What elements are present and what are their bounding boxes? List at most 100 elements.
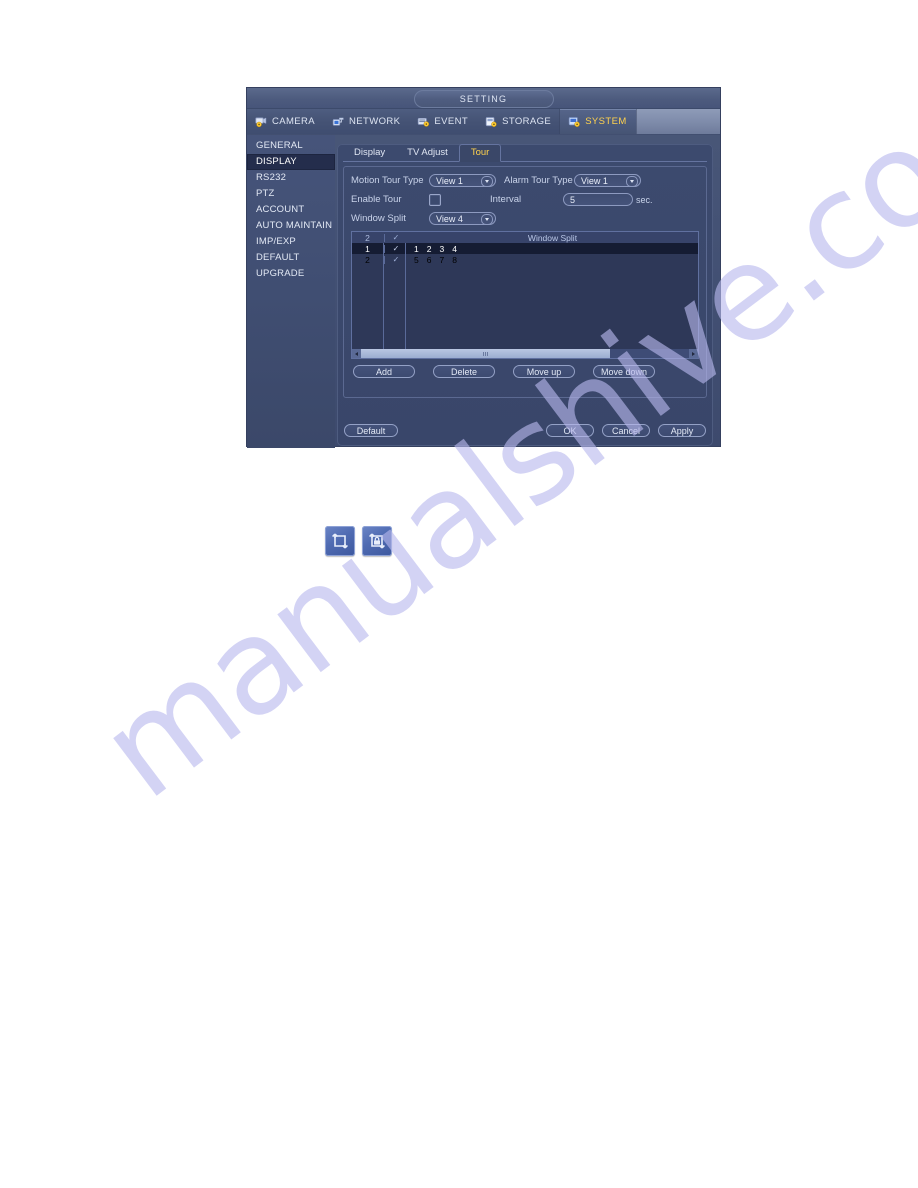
tab-tv-adjust[interactable]: TV Adjust xyxy=(396,145,459,161)
table-row[interactable]: 2 ✓ 5 6 7 8 xyxy=(352,254,698,265)
window-split-table: 2 ✓ Window Split 1 ✓ 1 2 3 4 2 ✓ 5 6 7 8 xyxy=(351,231,699,359)
ok-button[interactable]: OK xyxy=(546,424,594,437)
sidebar-item-ptz[interactable]: PTZ xyxy=(247,186,335,202)
sidebar-item-upgrade[interactable]: UPGRADE xyxy=(247,266,335,282)
nav-tab-system[interactable]: SYSTEM xyxy=(560,109,636,134)
alarm-tour-type-value: View 1 xyxy=(581,175,608,186)
sidebar-item-account[interactable]: ACCOUNT xyxy=(247,202,335,218)
motion-tour-type-select[interactable]: View 1 xyxy=(429,174,496,187)
interval-unit-label: sec. xyxy=(636,194,653,205)
channel-value: 6 xyxy=(426,254,432,265)
nav-tab-storage-label: STORAGE xyxy=(502,116,552,127)
nav-tab-camera-label: CAMERA xyxy=(272,116,316,127)
row-index: 2 xyxy=(365,254,370,265)
horizontal-scrollbar[interactable] xyxy=(352,349,698,358)
alarm-tour-type-label: Alarm Tour Type xyxy=(504,175,573,186)
sidebar-menu: GENERAL DISPLAY RS232 PTZ ACCOUNT AUTO M… xyxy=(247,135,335,448)
channel-value: 5 xyxy=(414,254,419,265)
window-split-label: Window Split xyxy=(351,213,406,224)
channel-value: 4 xyxy=(452,243,457,254)
header-index: 2 xyxy=(365,232,370,243)
row-index: 1 xyxy=(365,243,370,254)
check-icon: ✓ xyxy=(392,232,400,242)
tab-display[interactable]: Display xyxy=(343,145,396,161)
scrollbar-thumb[interactable] xyxy=(361,349,611,358)
camera-gear-icon xyxy=(255,117,267,127)
network-icon xyxy=(332,117,344,126)
nav-tab-network[interactable]: NETWORK xyxy=(324,109,409,134)
scrollbar-track[interactable] xyxy=(361,349,689,358)
storage-icon xyxy=(485,116,497,127)
scroll-right-arrow-icon[interactable] xyxy=(689,349,698,358)
tour-lock-icon[interactable] xyxy=(362,526,392,556)
apply-button[interactable]: Apply xyxy=(658,424,706,437)
table-row[interactable]: 1 ✓ 1 2 3 4 xyxy=(352,243,698,254)
page-title: SETTING xyxy=(413,90,554,108)
content-panel: Display TV Adjust Tour Motion Tour Type … xyxy=(337,144,713,446)
interval-label: Interval xyxy=(490,194,522,205)
channel-value: 8 xyxy=(452,254,457,265)
row-channels: 1 2 3 4 xyxy=(407,244,698,254)
content-wrapper: Display TV Adjust Tour Motion Tour Type … xyxy=(335,135,720,448)
tour-icon-group xyxy=(325,526,392,556)
header-title: Window Split xyxy=(527,232,578,243)
dialog-title-bar: SETTING xyxy=(247,88,720,109)
table-header-row: 2 ✓ Window Split xyxy=(352,232,698,243)
tour-enable-icon[interactable] xyxy=(325,526,355,556)
enable-tour-checkbox[interactable] xyxy=(429,193,441,206)
delete-button[interactable]: Delete xyxy=(433,365,495,378)
header-checkbox[interactable]: ✓ xyxy=(384,232,407,242)
sidebar-item-display[interactable]: DISPLAY xyxy=(247,154,335,170)
move-down-button[interactable]: Move down xyxy=(593,365,655,378)
dialog-action-buttons: Default OK Cancel Apply xyxy=(344,424,706,437)
channel-value: 2 xyxy=(426,243,432,254)
alarm-tour-type-select[interactable]: View 1 xyxy=(574,174,641,187)
add-button[interactable]: Add xyxy=(353,365,415,378)
nav-tab-system-label: SYSTEM xyxy=(585,116,627,127)
default-button[interactable]: Default xyxy=(344,424,398,437)
table-column-divider xyxy=(405,243,406,349)
setting-dialog: SETTING CAMERA NETWORK EVENT STORAGE SYS… xyxy=(247,88,720,448)
row-enable-interval: Enable Tour Interval 5 sec. xyxy=(351,191,699,208)
channel-value: 3 xyxy=(439,243,445,254)
dialog-confirm-buttons: OK Cancel Apply xyxy=(546,424,706,437)
tab-tour[interactable]: Tour xyxy=(458,144,502,162)
chevron-down-icon[interactable] xyxy=(626,176,638,187)
check-icon: ✓ xyxy=(392,243,400,253)
scroll-left-arrow-icon[interactable] xyxy=(352,349,361,358)
check-icon: ✓ xyxy=(392,254,400,264)
motion-tour-type-value: View 1 xyxy=(436,175,463,186)
tour-form: Motion Tour Type View 1 Alarm Tour Type … xyxy=(343,166,707,398)
row-window-split: Window Split View 4 xyxy=(351,210,699,227)
nav-tab-event[interactable]: EVENT xyxy=(409,109,477,134)
top-nav-bar: CAMERA NETWORK EVENT STORAGE SYSTEM xyxy=(247,109,720,135)
row-checkbox[interactable]: ✓ xyxy=(384,243,407,253)
nav-tab-storage[interactable]: STORAGE xyxy=(477,109,560,134)
window-split-value: View 4 xyxy=(436,213,463,224)
enable-tour-label: Enable Tour xyxy=(351,194,402,205)
cancel-button[interactable]: Cancel xyxy=(602,424,650,437)
sidebar-item-general[interactable]: GENERAL xyxy=(247,138,335,154)
list-action-buttons: Add Delete Move up Move down xyxy=(351,365,699,378)
system-gear-icon xyxy=(569,116,580,127)
window-split-select[interactable]: View 4 xyxy=(429,212,496,225)
interval-input[interactable]: 5 xyxy=(563,193,633,206)
chevron-down-icon[interactable] xyxy=(481,176,493,187)
chevron-down-icon[interactable] xyxy=(481,214,493,225)
nav-tab-camera[interactable]: CAMERA xyxy=(247,109,324,134)
channel-value: 7 xyxy=(439,254,445,265)
table-column-divider xyxy=(383,243,384,349)
row-channels: 5 6 7 8 xyxy=(407,255,698,265)
sidebar-item-rs232[interactable]: RS232 xyxy=(247,170,335,186)
sidebar-item-imp-exp[interactable]: IMP/EXP xyxy=(247,234,335,250)
dialog-body: GENERAL DISPLAY RS232 PTZ ACCOUNT AUTO M… xyxy=(247,135,720,448)
row-tour-types: Motion Tour Type View 1 Alarm Tour Type … xyxy=(351,172,699,189)
row-checkbox[interactable]: ✓ xyxy=(384,254,407,264)
event-icon xyxy=(418,117,430,127)
sidebar-item-auto-maintain[interactable]: AUTO MAINTAIN xyxy=(247,218,335,234)
move-up-button[interactable]: Move up xyxy=(513,365,575,378)
motion-tour-type-label: Motion Tour Type xyxy=(351,175,424,186)
nav-spacer xyxy=(635,109,720,134)
sidebar-item-default[interactable]: DEFAULT xyxy=(247,250,335,266)
channel-value: 1 xyxy=(414,243,419,254)
